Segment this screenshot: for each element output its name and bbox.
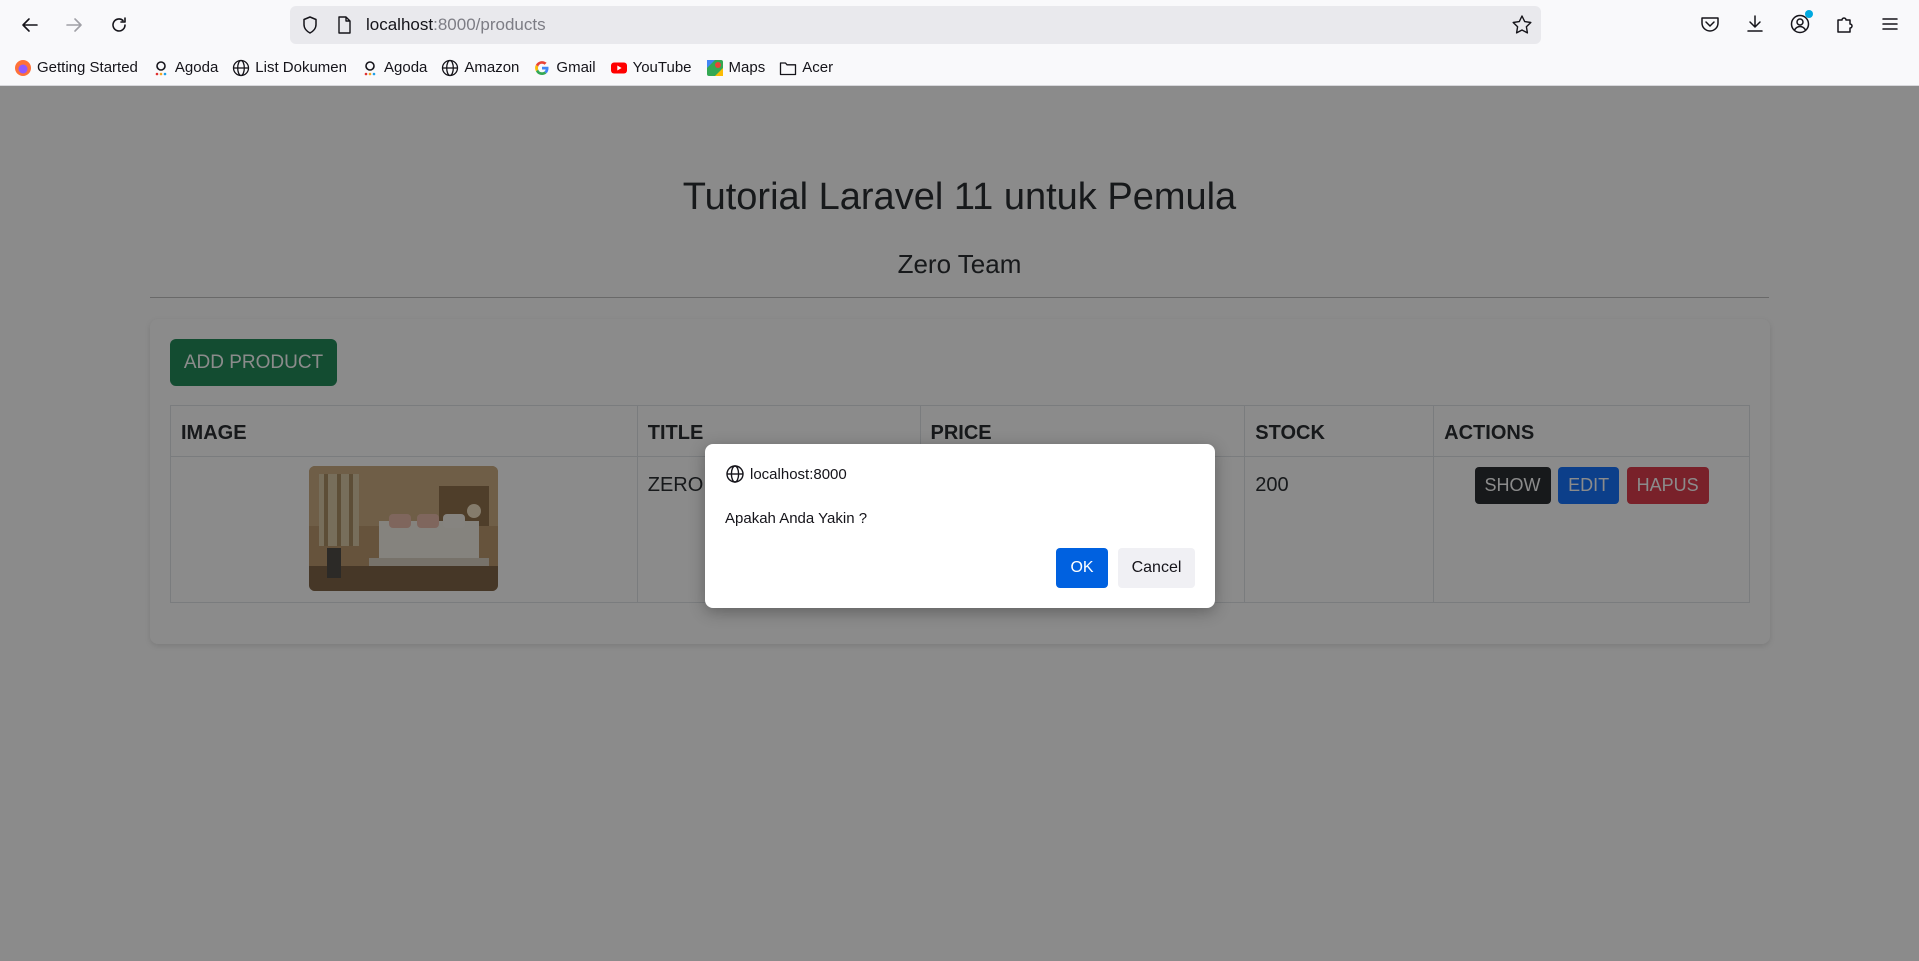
url-bar[interactable]: localhost:8000/products xyxy=(290,6,1541,44)
back-button[interactable] xyxy=(14,9,46,41)
url-path: :8000/products xyxy=(433,15,546,34)
arrow-right-icon xyxy=(66,18,82,32)
bookmark-item[interactable]: Agoda xyxy=(152,59,218,77)
bookmark-star-icon[interactable] xyxy=(1511,14,1533,36)
hamburger-icon xyxy=(1882,18,1898,30)
menu-button[interactable] xyxy=(1877,11,1903,37)
downloads-button[interactable] xyxy=(1742,11,1768,37)
cancel-button[interactable]: Cancel xyxy=(1118,548,1195,588)
dialog-origin: localhost:8000 xyxy=(750,465,847,483)
ok-button[interactable]: OK xyxy=(1056,548,1108,588)
bookmark-item[interactable]: List Dokumen xyxy=(232,59,347,77)
reload-button[interactable] xyxy=(103,9,135,41)
bookmark-label: Maps xyxy=(728,59,766,76)
pocket-button[interactable] xyxy=(1697,11,1723,37)
bookmark-label: YouTube xyxy=(632,59,692,76)
shield-icon[interactable] xyxy=(300,15,320,35)
reload-icon xyxy=(112,17,126,32)
bookmark-item[interactable]: Agoda xyxy=(361,59,427,77)
maps-icon xyxy=(706,59,723,76)
globe-icon xyxy=(233,59,250,76)
confirm-dialog: localhost:8000 Apakah Anda Yakin ? OK Ca… xyxy=(705,444,1215,608)
bookmark-label: Gmail xyxy=(556,59,596,76)
notification-dot xyxy=(1805,10,1813,18)
globe-icon xyxy=(442,59,459,76)
url-text[interactable]: localhost:8000/products xyxy=(366,15,546,35)
google-icon xyxy=(535,60,549,75)
bookmark-label: Acer xyxy=(802,59,834,76)
bookmark-item[interactable]: Getting Started xyxy=(14,59,138,77)
url-host: localhost xyxy=(366,15,434,34)
bookmark-item[interactable]: YouTube xyxy=(610,59,692,77)
folder-icon xyxy=(780,61,797,75)
globe-icon xyxy=(726,465,744,483)
pocket-icon xyxy=(1701,17,1719,32)
browser-toolbar: localhost:8000/products xyxy=(0,0,1919,50)
bookmark-label: List Dokumen xyxy=(255,59,347,76)
arrow-left-icon xyxy=(22,18,38,32)
bookmark-label: Agoda xyxy=(384,59,428,76)
account-button[interactable] xyxy=(1787,10,1813,37)
bookmark-item[interactable]: Gmail xyxy=(533,59,596,77)
agoda-icon xyxy=(364,60,376,75)
bookmark-label: Agoda xyxy=(174,59,219,76)
bookmark-label: Amazon xyxy=(464,59,520,76)
bookmark-label: Getting Started xyxy=(37,59,138,76)
bookmark-item[interactable]: Acer xyxy=(779,59,833,77)
agoda-icon xyxy=(155,60,167,75)
dialog-message: Apakah Anda Yakin ? xyxy=(725,510,868,527)
download-icon xyxy=(1747,15,1763,32)
extensions-button[interactable] xyxy=(1832,11,1858,37)
bookmark-item[interactable]: Maps xyxy=(706,59,766,77)
bookmark-item[interactable]: Amazon xyxy=(441,59,519,77)
youtube-icon xyxy=(610,62,627,73)
forward-button[interactable] xyxy=(58,9,90,41)
dialog-header: localhost:8000 xyxy=(725,464,847,484)
page-icon[interactable] xyxy=(334,15,354,35)
bookmarks-toolbar: Getting Started Agoda List Dokumen Agoda… xyxy=(0,50,1919,86)
puzzle-icon xyxy=(1837,17,1853,33)
firefox-icon xyxy=(15,59,31,76)
